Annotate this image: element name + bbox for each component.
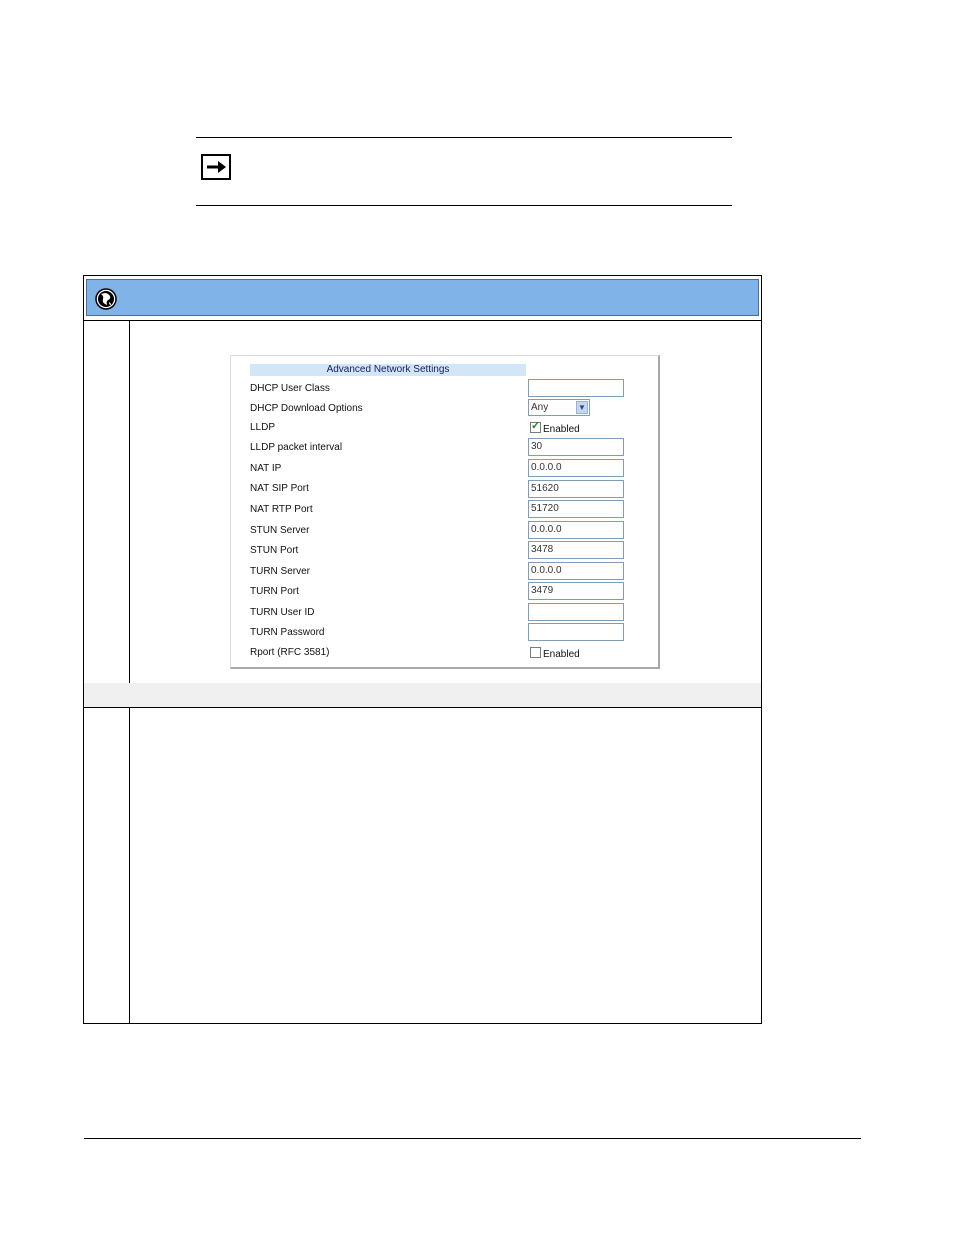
gray-row (84, 683, 761, 707)
stun-port-input[interactable]: 3478 (528, 541, 624, 559)
nat-sip-port-label: NAT SIP Port (250, 483, 309, 494)
arrow-right-icon (201, 154, 231, 180)
lldp-enabled-label: Enabled (543, 424, 580, 435)
lldp-checkbox[interactable]: ✓ (530, 420, 541, 433)
turn-port-label: TURN Port (250, 586, 299, 597)
footer-rule (84, 1138, 861, 1139)
note-top-rule (196, 137, 732, 138)
lldp-checkbox-wrap[interactable]: ✓ Enabled (530, 420, 580, 435)
rport-enabled-label: Enabled (543, 649, 580, 660)
header-divider (84, 320, 761, 321)
turn-server-input[interactable]: 0.0.0.0 (528, 562, 624, 580)
procedure-table: Advanced Network Settings DHCP User Clas… (83, 275, 762, 1024)
turn-port-input[interactable]: 3479 (528, 582, 624, 600)
procedure-header (86, 279, 759, 316)
globe-icon (95, 288, 117, 315)
note-bottom-rule (196, 205, 732, 206)
nat-rtp-port-input[interactable]: 51720 (528, 500, 624, 518)
row-divider (84, 707, 761, 708)
stun-server-input[interactable]: 0.0.0.0 (528, 521, 624, 539)
dhcp-user-class-input[interactable] (528, 379, 624, 397)
dhcp-user-class-label: DHCP User Class (250, 383, 330, 394)
turn-user-id-label: TURN User ID (250, 607, 315, 618)
nat-ip-input[interactable]: 0.0.0.0 (528, 459, 624, 477)
stun-port-label: STUN Port (250, 545, 299, 556)
lldp-label: LLDP (250, 422, 276, 433)
panel-title: Advanced Network Settings (250, 364, 526, 376)
nat-ip-label: NAT IP (250, 463, 282, 474)
step-column-divider (129, 321, 130, 683)
turn-user-id-input[interactable] (528, 603, 624, 621)
turn-password-input[interactable] (528, 623, 624, 641)
nat-sip-port-input[interactable]: 51620 (528, 480, 624, 498)
rport-label: Rport (RFC 3581) (250, 647, 330, 658)
advanced-network-settings-panel: Advanced Network Settings DHCP User Clas… (230, 355, 660, 669)
dhcp-download-options-select[interactable]: Any ▼ (528, 399, 590, 416)
dhcp-download-options-value: Any (531, 402, 549, 413)
step-column-divider (129, 707, 130, 1024)
stun-server-label: STUN Server (250, 525, 310, 536)
turn-password-label: TURN Password (250, 627, 325, 638)
rport-checkbox-wrap[interactable]: Enabled (530, 647, 580, 660)
chevron-down-icon[interactable]: ▼ (576, 401, 588, 414)
turn-server-label: TURN Server (250, 566, 311, 577)
rport-checkbox[interactable] (530, 647, 541, 658)
dhcp-download-options-label: DHCP Download Options (250, 403, 363, 414)
nat-rtp-port-label: NAT RTP Port (250, 504, 313, 515)
lldp-packet-interval-label: LLDP packet interval (250, 442, 343, 453)
checkmark-icon: ✓ (531, 420, 541, 432)
lldp-packet-interval-input[interactable]: 30 (528, 438, 624, 456)
